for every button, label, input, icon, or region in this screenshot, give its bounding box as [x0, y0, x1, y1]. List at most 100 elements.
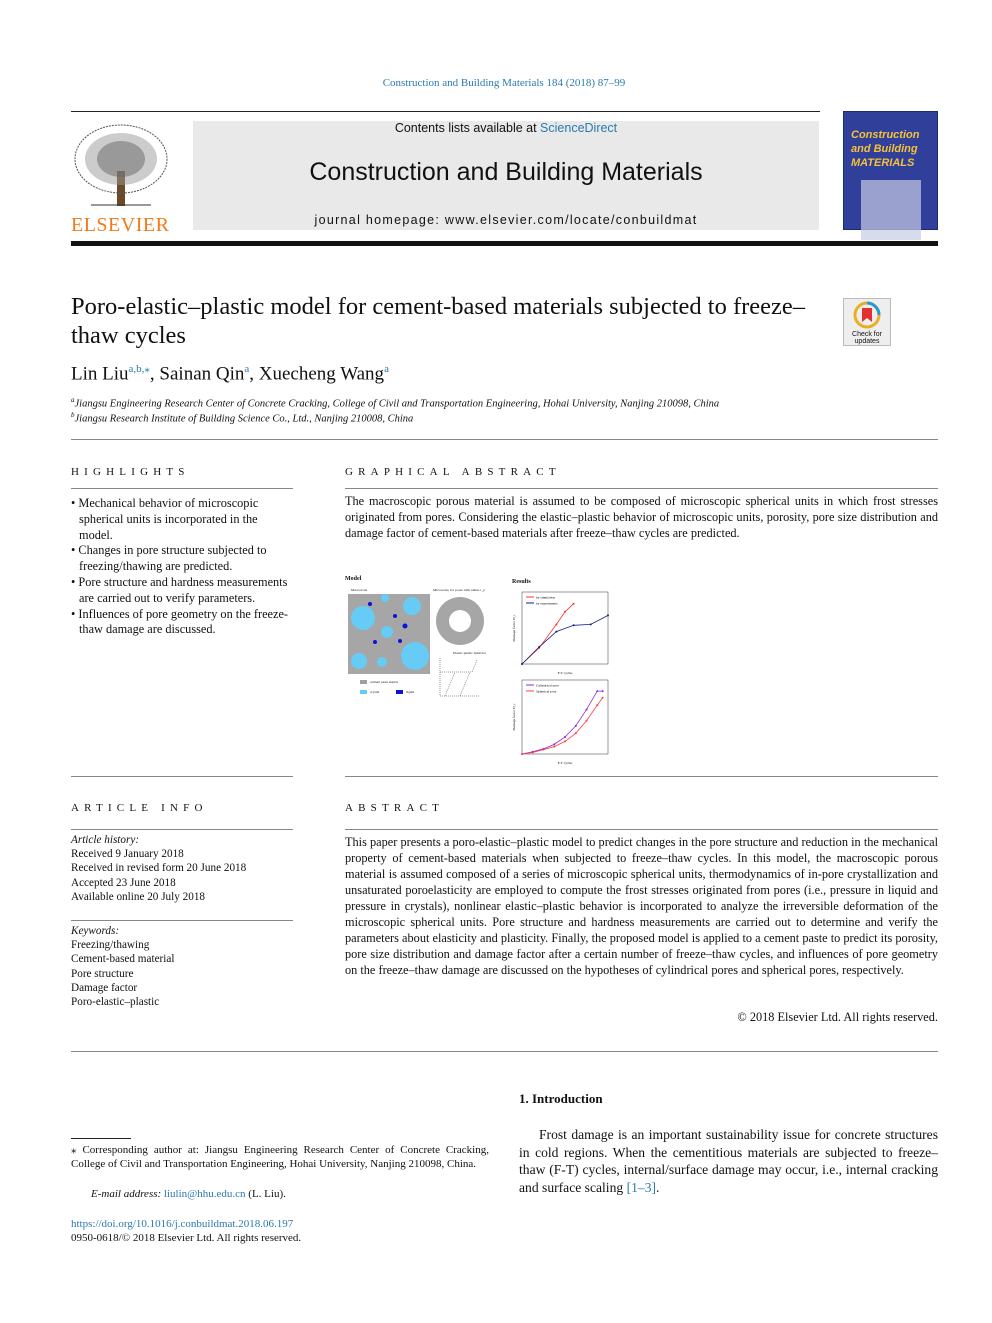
author[interactable]: Sainan Qin	[159, 363, 244, 384]
data-point	[531, 751, 534, 754]
author-sup[interactable]: a,b,⁎	[129, 363, 150, 375]
abstract-text: This paper presents a poro-elastic–plast…	[345, 835, 938, 977]
data-point	[596, 704, 599, 707]
legend-matrix: cement paste matrix	[370, 680, 399, 684]
intro-body: Frost damage is an important sustainabil…	[519, 1127, 938, 1195]
data-point	[572, 602, 575, 605]
highlight-item: Pore structure and hardness measurements…	[71, 575, 293, 607]
author[interactable]: Lin Liu	[71, 363, 129, 384]
intro-end: .	[656, 1179, 660, 1195]
data-point	[596, 690, 599, 693]
email-suffix: (L. Liu).	[245, 1188, 286, 1200]
legend-label: Cylindrical pore	[536, 684, 559, 688]
keyword: Poro-elastic–plastic	[71, 996, 160, 1009]
author-sup[interactable]: a	[384, 363, 389, 375]
graphical-abstract-heading: GRAPHICAL ABSTRACT	[345, 466, 561, 478]
x-axis-label: F-T cycles	[558, 761, 573, 765]
author-list: Lin Liua,b,⁎, Sainan Qina, Xuecheng Wang…	[71, 363, 389, 385]
data-point	[555, 630, 558, 633]
journal-title: Construction and Building Materials	[309, 158, 703, 186]
article-title: Poro-elastic–plastic model for cement-ba…	[71, 293, 806, 349]
keyword: Cement-based material	[71, 953, 175, 966]
highlight-item: Influences of pore geometry on the freez…	[71, 607, 293, 639]
divider	[71, 488, 293, 489]
keyword: Freezing/thawing	[71, 939, 150, 952]
data-point	[553, 745, 556, 748]
highlight-item: Changes in pore structure subjected to f…	[71, 543, 293, 575]
affiliation: aJiangsu Engineering Research Center of …	[71, 396, 719, 410]
divider	[345, 776, 938, 777]
footnote-email: E-mail address: liulin@hhu.edu.cn (L. Li…	[91, 1187, 286, 1201]
damage-chart-1: by simulation by experiments F-T cycles Dam…	[512, 591, 609, 675]
history-label: Article history:	[71, 834, 140, 846]
legend-label: by simulation	[536, 596, 555, 600]
data-point	[564, 735, 566, 738]
check-for-updates-button[interactable]: Check for updates	[843, 298, 891, 346]
issn: 0950-0618/© 2018 Elsevier Ltd. All right…	[71, 1232, 302, 1244]
publisher-name: ELSEVIER	[71, 214, 170, 236]
update-badge-icon	[853, 301, 881, 329]
graphical-abstract-text: The macroscopic porous material is assum…	[345, 494, 938, 540]
divider	[71, 776, 293, 777]
check-updates-label: Check for updates	[852, 331, 882, 345]
y-axis-label: Damage factor D_r	[512, 703, 516, 731]
plot-frame	[521, 591, 609, 665]
highlights-list: Mechanical behavior of microscopic spher…	[71, 496, 293, 638]
plot-frame	[521, 679, 609, 755]
article-info-heading: ARTICLE INFO	[71, 802, 208, 814]
email-label: E-mail address:	[91, 1188, 164, 1200]
divider	[345, 829, 938, 830]
data-point	[601, 690, 604, 693]
series-line	[521, 603, 574, 665]
divider	[71, 111, 820, 112]
abstract-heading: ABSTRACT	[345, 802, 445, 814]
data-point	[564, 740, 566, 743]
author-sup[interactable]: a	[244, 363, 249, 375]
citation-link[interactable]: [1–3]	[627, 1180, 656, 1195]
divider	[71, 439, 938, 440]
doi-link[interactable]: https://doi.org/10.1016/j.conbuildmat.20…	[71, 1217, 293, 1231]
journal-cover[interactable]: Construction and Building MATERIALS	[843, 111, 938, 240]
keyword: Damage factor	[71, 981, 138, 994]
contents-prefix: Contents lists available at	[394, 121, 541, 135]
keywords: Keywords: Freezing/thawing Cement-based …	[71, 924, 293, 1009]
history-item: Received in revised form 20 June 2018	[71, 862, 247, 875]
journal-reference[interactable]: Construction and Building Materials 184 …	[0, 77, 992, 89]
data-point	[521, 663, 523, 665]
legend-label: Spherical pore	[536, 690, 557, 694]
author[interactable]: Xuecheng Wang	[259, 363, 384, 384]
abstract-copyright: © 2018 Elsevier Ltd. All rights reserved…	[737, 1010, 938, 1024]
data-point	[601, 696, 604, 699]
history-item: Received 9 January 2018	[71, 848, 184, 861]
data-point	[585, 719, 588, 722]
data-point	[538, 645, 541, 648]
journal-homepage[interactable]: journal homepage: www.elsevier.com/locat…	[193, 213, 819, 227]
affiliation: bJiangsu Research Institute of Building …	[71, 411, 413, 425]
data-point	[564, 610, 566, 613]
contents-line: Contents lists available at ScienceDirec…	[193, 121, 819, 135]
divider	[71, 920, 293, 921]
graphical-abstract-figure[interactable]: Model Results Macroscale Microscale, for…	[345, 576, 615, 766]
series-line	[521, 690, 603, 755]
history-item: Accepted 23 June 2018	[71, 876, 176, 889]
data-point	[607, 614, 609, 617]
data-point	[589, 623, 592, 626]
aff-text: Jiangsu Engineering Research Center of C…	[74, 398, 720, 410]
data-point	[555, 623, 558, 626]
footnote-corresponding: ⁎ Corresponding author at: Jiangsu Engin…	[71, 1144, 489, 1171]
series-line	[521, 697, 603, 755]
email-link[interactable]: liulin@hhu.edu.cn	[164, 1188, 246, 1200]
sciencedirect-link[interactable]: ScienceDirect	[540, 121, 617, 135]
y-axis-label: Damage factor D_r	[512, 614, 516, 642]
data-point	[574, 732, 577, 735]
series-line	[521, 615, 609, 665]
keyword: Pore structure	[71, 967, 134, 980]
footnote-divider	[71, 1138, 131, 1139]
history-item: Available online 20 July 2018	[71, 890, 206, 903]
data-point	[574, 724, 577, 727]
x-axis-label: F-T cycles	[558, 671, 573, 675]
highlights-heading: HIGHLIGHTS	[71, 466, 190, 478]
introduction-text: Frost damage is an important sustainabil…	[519, 1126, 938, 1196]
damage-chart-2: Cylindrical pore Spherical pore F-T cycles…	[512, 679, 609, 765]
aff-text: Jiangsu Research Institute of Building S…	[74, 413, 414, 425]
